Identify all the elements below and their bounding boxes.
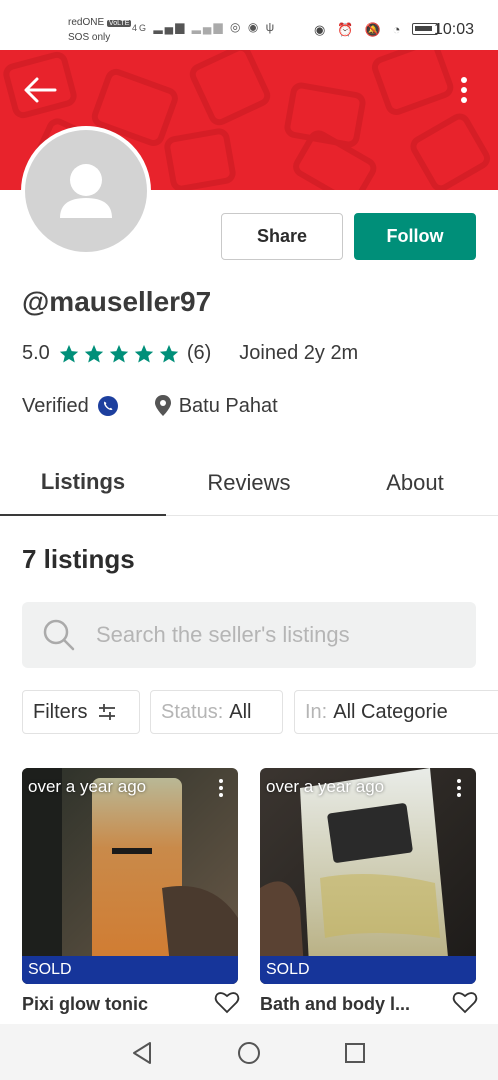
listing-title[interactable]: Bath and body l... [260, 994, 440, 1015]
verified-label: Verified [22, 394, 89, 417]
star-icon [109, 344, 128, 363]
system-nav-bar [0, 1024, 498, 1080]
arrow-left-icon [24, 77, 57, 103]
filters-button[interactable]: Filters [22, 690, 140, 734]
listing-image[interactable]: over a year ago SOLD [22, 768, 238, 984]
nav-back-button[interactable] [128, 1038, 158, 1068]
carrier-info: redONE VoLTE SOS only [68, 16, 132, 45]
search-icon [43, 619, 75, 651]
listing-time: over a year ago [28, 777, 147, 796]
star-icon [159, 344, 178, 363]
filter-bar: Filters Status: All In: All Categorie [22, 690, 498, 736]
listing-card[interactable]: over a year ago SOLD Pixi glow tonic [22, 768, 240, 1014]
more-vert-icon [219, 779, 223, 797]
location-label: Batu Pahat [178, 394, 278, 417]
listing-card[interactable]: over a year ago SOLD Bath and body l... [260, 768, 478, 1014]
sos-text: SOS only [68, 32, 111, 43]
rating-stars[interactable] [58, 343, 183, 365]
like-button[interactable] [452, 990, 478, 1014]
more-vert-icon [457, 779, 461, 797]
location: Batu Pahat [153, 394, 278, 418]
alarm-icon: ⏰ [336, 22, 358, 37]
avatar [21, 126, 151, 256]
listing-more-button[interactable] [454, 777, 464, 799]
info-row: Verified Batu Pahat [22, 394, 278, 418]
mute-icon: 🔕 [364, 22, 385, 37]
volte-badge: VoLTE [106, 20, 132, 27]
category-prefix: In: [305, 700, 328, 723]
signal-off-icon: ▂▄▆ [191, 20, 225, 34]
carrier-name: redONE [68, 17, 105, 28]
signal-icon: ▂▄▆ [153, 20, 187, 34]
username: @mauseller97 [22, 286, 212, 317]
sliders-icon [99, 704, 116, 720]
star-icon [59, 344, 78, 363]
category-value: All Categorie [333, 700, 448, 723]
speed-icon: ◔ [392, 22, 405, 37]
system-icons: ◉ ⏰ 🔕 ◔ [314, 22, 439, 38]
share-button[interactable]: Share [221, 213, 343, 260]
more-vert-icon [461, 77, 467, 103]
product-photo-pixi-tonic [22, 768, 238, 984]
location-pin-icon [154, 395, 171, 416]
sold-badge: SOLD [22, 956, 238, 984]
signal-icons: 4G ▂▄▆ ▂▄▆ ◎ ◉ ψ [132, 20, 276, 34]
back-button[interactable] [22, 76, 58, 104]
tab-listings[interactable]: Listings [0, 450, 166, 516]
user-placeholder-icon [60, 164, 112, 218]
profile-tabs: Listings Reviews About [0, 450, 498, 516]
listings-count: 7 listings [22, 544, 135, 574]
follow-button[interactable]: Follow [354, 213, 476, 260]
status-prefix: Status: [161, 700, 224, 723]
tab-reviews[interactable]: Reviews [166, 450, 332, 516]
heart-icon [214, 992, 240, 1014]
rating-row: 5.0 (6) Joined 2y 2m [22, 342, 358, 365]
heart-icon [452, 992, 478, 1014]
rating-value: 5.0 [22, 342, 50, 364]
category-filter[interactable]: In: All Categorie [294, 690, 498, 734]
clock: 10:03 [434, 21, 475, 38]
triangle-back-icon [133, 1042, 151, 1064]
usb-icon: ψ [265, 20, 277, 34]
review-count[interactable]: (6) [187, 342, 211, 365]
circle-home-icon [238, 1042, 260, 1064]
nav-recents-button[interactable] [340, 1038, 370, 1068]
search-box[interactable] [22, 602, 476, 668]
square-recents-icon [345, 1043, 365, 1063]
listing-time: over a year ago [266, 777, 385, 796]
nav-home-button[interactable] [234, 1038, 264, 1068]
listing-image[interactable]: over a year ago SOLD [260, 768, 476, 984]
listing-more-button[interactable] [216, 777, 226, 799]
search-input[interactable] [96, 622, 456, 648]
sold-badge: SOLD [260, 956, 476, 984]
more-options-button[interactable] [452, 74, 476, 106]
listing-title[interactable]: Pixi glow tonic [22, 994, 202, 1015]
phone-verified-icon[interactable] [97, 395, 119, 417]
tab-about[interactable]: About [332, 450, 498, 516]
network-type: 4G [132, 23, 149, 33]
status-bar: redONE VoLTE SOS only 4G ▂▄▆ ▂▄▆ ◎ ◉ ψ ◉… [0, 0, 498, 50]
status-value: All [229, 700, 252, 723]
product-photo-bath-body-lotion [260, 768, 476, 984]
status-filter[interactable]: Status: All [150, 690, 283, 734]
star-icon [134, 344, 153, 363]
eye-icon: ◉ [314, 22, 330, 37]
record-icon: ◉ [247, 20, 261, 34]
star-icon [84, 344, 103, 363]
filters-label: Filters [33, 700, 88, 723]
joined-date: Joined 2y 2m [239, 342, 359, 364]
hotspot-icon: ◎ [229, 20, 243, 34]
like-button[interactable] [214, 990, 240, 1014]
